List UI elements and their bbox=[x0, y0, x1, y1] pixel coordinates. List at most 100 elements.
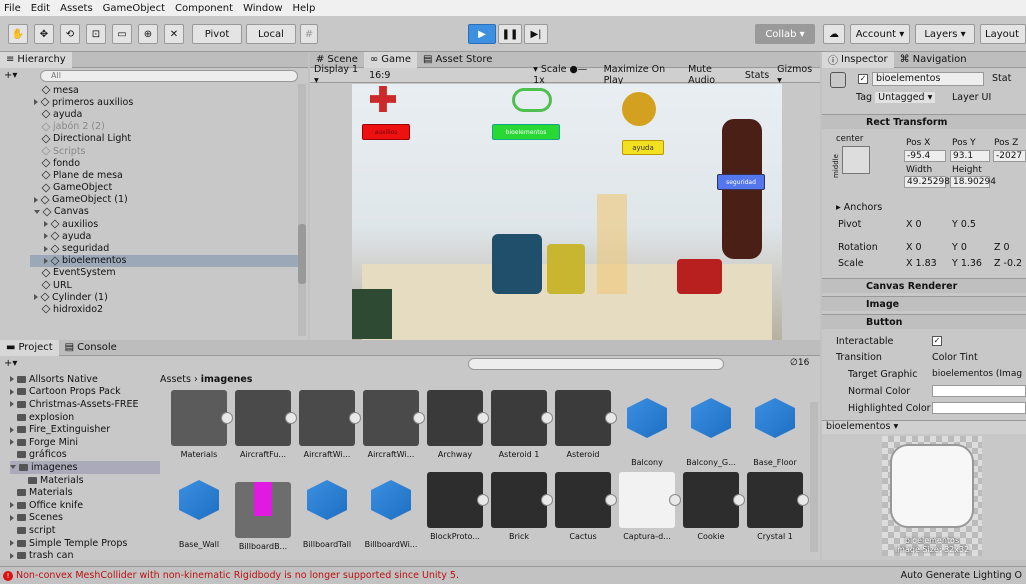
rotate-tool-icon[interactable]: ⟲ bbox=[60, 24, 80, 44]
project-create-button[interactable]: +▾ bbox=[4, 358, 17, 369]
tree-item-hidroxido[interactable]: hidroxido2 bbox=[30, 303, 298, 315]
tree-item-eventsystem[interactable]: EventSystem bbox=[30, 267, 298, 279]
interactable-checkbox[interactable]: ✓ bbox=[932, 336, 942, 346]
mute-toggle[interactable]: Mute Audio bbox=[684, 64, 741, 86]
breadcrumb-leaf[interactable]: imagenes bbox=[201, 374, 253, 385]
expand-arrow-icon[interactable] bbox=[44, 257, 48, 264]
bioelementos-button[interactable]: bioelementos bbox=[492, 124, 560, 140]
menu-assets[interactable]: Assets bbox=[60, 3, 93, 14]
tree-item-gameobject1[interactable]: GameObject (1) bbox=[30, 194, 298, 206]
asset-tile[interactable]: BlockProto... bbox=[424, 472, 489, 541]
menu-component[interactable]: Component bbox=[175, 3, 233, 14]
asset-tile[interactable]: AircraftWi... bbox=[360, 390, 425, 459]
folder-item[interactable]: Simple Temple Props bbox=[10, 537, 160, 550]
height-input[interactable]: 18.90294 bbox=[950, 176, 996, 188]
menu-help[interactable]: Help bbox=[293, 3, 316, 14]
asset-tile[interactable]: Asteroid bbox=[552, 390, 617, 459]
asset-tile[interactable]: Cactus bbox=[552, 472, 617, 541]
tree-item-plane[interactable]: Plane de mesa bbox=[30, 169, 298, 181]
transition-dropdown[interactable]: Color Tint bbox=[932, 352, 978, 363]
object-name-input[interactable]: bioelementos bbox=[872, 72, 984, 86]
move-tool-icon[interactable]: ✥ bbox=[34, 24, 54, 44]
asset-tile[interactable]: Base_Wall bbox=[168, 472, 230, 549]
play-button[interactable]: ▶ bbox=[468, 24, 496, 44]
target-graphic-field[interactable]: bioelementos (Imag bbox=[932, 369, 1022, 379]
layers-dropdown[interactable]: Layers ▾ bbox=[915, 24, 975, 44]
tab-project[interactable]: ▬ Project bbox=[0, 339, 59, 356]
image-header[interactable]: Image bbox=[822, 296, 1026, 311]
normal-color-field[interactable] bbox=[932, 385, 1026, 397]
collapse-arrow-icon[interactable] bbox=[34, 209, 40, 214]
tree-item-jabon[interactable]: jabón 2 (2) bbox=[30, 121, 298, 133]
stats-toggle[interactable]: Stats bbox=[741, 70, 773, 81]
tree-item-light[interactable]: Directional Light bbox=[30, 133, 298, 145]
folder-item[interactable]: trash can bbox=[10, 549, 160, 560]
scale-z-field[interactable]: Z -0.2 bbox=[994, 258, 1022, 269]
status-error-text[interactable]: Non-convex MeshCollider with non-kinemat… bbox=[16, 570, 459, 581]
asset-tile[interactable]: BillboardTall bbox=[296, 472, 358, 549]
tab-navigation[interactable]: ⌘ Navigation bbox=[894, 52, 973, 68]
menu-window[interactable]: Window bbox=[243, 3, 282, 14]
layer-value[interactable]: UI bbox=[982, 92, 992, 103]
tree-item-bioelementos[interactable]: bioelementos bbox=[30, 254, 298, 267]
expand-arrow-icon[interactable] bbox=[10, 439, 14, 446]
game-viewport[interactable]: auxilios bioelementos ayuda seguridad bbox=[352, 84, 782, 340]
folder-item[interactable]: gráficos bbox=[10, 449, 160, 462]
expand-arrow-icon[interactable] bbox=[10, 426, 14, 433]
transform-tool-icon[interactable]: ⊕ bbox=[138, 24, 158, 44]
expand-arrow-icon[interactable] bbox=[44, 221, 48, 228]
asset-tile[interactable]: Brick bbox=[488, 472, 553, 541]
asset-tile[interactable]: Crystal 1 bbox=[744, 472, 809, 541]
menu-edit[interactable]: Edit bbox=[31, 3, 50, 14]
folder-item[interactable]: Materials bbox=[10, 486, 160, 499]
asset-tile[interactable]: AircraftFu... bbox=[232, 390, 297, 459]
asset-tile[interactable]: Cookie bbox=[680, 472, 745, 541]
static-toggle[interactable]: Stat bbox=[992, 73, 1011, 84]
asset-tile[interactable]: Materials bbox=[168, 390, 233, 459]
menu-gameobject[interactable]: GameObject bbox=[103, 3, 165, 14]
aspect-dropdown[interactable]: 16:9 bbox=[365, 70, 529, 81]
folder-item[interactable]: Fire_Extinguisher bbox=[10, 423, 160, 436]
tree-item-fondo[interactable]: fondo bbox=[30, 157, 298, 169]
asset-tile[interactable]: Balcony bbox=[616, 390, 678, 467]
posx-input[interactable]: -95.4 bbox=[904, 150, 946, 162]
tree-item-gameobject[interactable]: GameObject bbox=[30, 182, 298, 194]
asset-tile[interactable]: BillboardWi... bbox=[360, 472, 422, 549]
folder-item[interactable]: Allsorts Native bbox=[10, 373, 160, 386]
collab-dropdown[interactable]: Collab ▾ bbox=[755, 24, 815, 44]
folder-item[interactable]: script bbox=[10, 524, 160, 537]
asset-tile[interactable]: Balcony_G... bbox=[680, 390, 742, 467]
expand-arrow-icon[interactable] bbox=[34, 196, 38, 203]
layout-dropdown[interactable]: Layout bbox=[980, 24, 1026, 44]
anchor-preset-button[interactable] bbox=[842, 146, 870, 174]
custom-tool-icon[interactable]: ✕ bbox=[164, 24, 184, 44]
expand-arrow-icon[interactable] bbox=[10, 388, 14, 395]
pivot-y-field[interactable]: Y 0.5 bbox=[952, 219, 976, 230]
asset-tile[interactable]: AircraftWi... bbox=[296, 390, 361, 459]
posz-input[interactable]: -2027 bbox=[993, 150, 1026, 162]
folder-item[interactable]: Forge Mini bbox=[10, 436, 160, 449]
tree-item-canvas[interactable]: Canvas bbox=[30, 206, 298, 218]
project-search-input[interactable] bbox=[468, 358, 724, 370]
tag-dropdown[interactable]: Untagged ▾ bbox=[875, 92, 936, 103]
pause-button[interactable]: ❚❚ bbox=[498, 24, 522, 44]
scale-tool-icon[interactable]: ⊡ bbox=[86, 24, 106, 44]
gizmos-dropdown[interactable]: Gizmos ▾ bbox=[773, 64, 820, 86]
display-dropdown[interactable]: Display 1 ▾ bbox=[310, 64, 365, 86]
step-button[interactable]: ▶| bbox=[524, 24, 548, 44]
canvas-renderer-header[interactable]: Canvas Renderer bbox=[822, 278, 1026, 293]
expand-prefab-icon[interactable] bbox=[797, 494, 809, 506]
rect-tool-icon[interactable]: ▭ bbox=[112, 24, 132, 44]
expand-arrow-icon[interactable] bbox=[10, 376, 14, 383]
folder-item[interactable]: Office knife bbox=[10, 499, 160, 512]
rect-transform-header[interactable]: Rect Transform bbox=[822, 114, 1026, 129]
local-button[interactable]: Local bbox=[246, 24, 296, 44]
rot-x-field[interactable]: X 0 bbox=[906, 242, 922, 253]
active-checkbox[interactable]: ✓ bbox=[858, 74, 868, 84]
expand-arrow-icon[interactable] bbox=[34, 99, 38, 106]
asset-tile[interactable]: Asteroid 1 bbox=[488, 390, 553, 459]
folder-item-selected[interactable]: imagenes bbox=[10, 461, 160, 474]
highlighted-color-field[interactable] bbox=[932, 402, 1026, 414]
tree-item-seguridad[interactable]: seguridad bbox=[30, 242, 298, 254]
ayuda-button[interactable]: ayuda bbox=[622, 140, 664, 155]
